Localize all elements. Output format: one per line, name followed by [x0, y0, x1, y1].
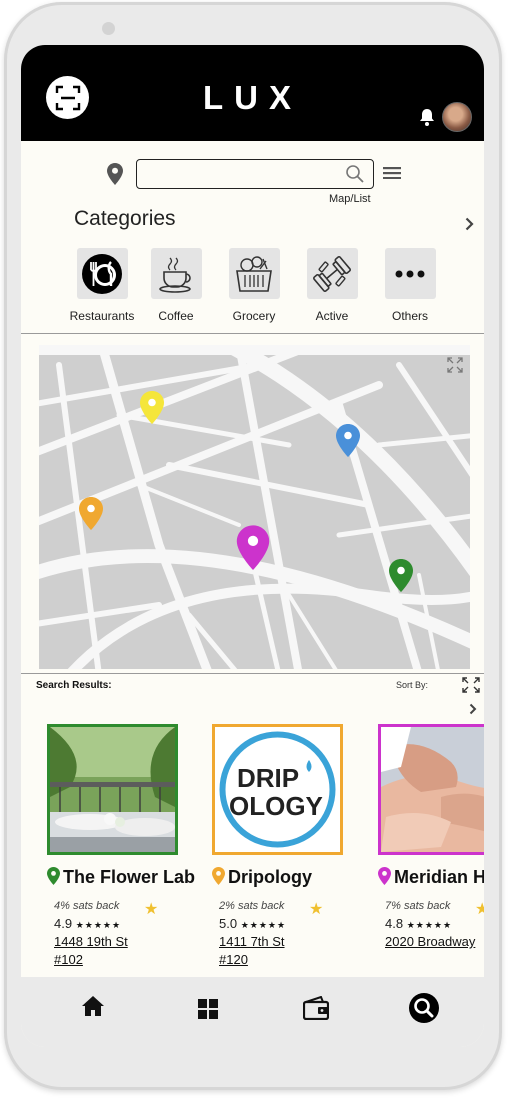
- search-input[interactable]: [141, 161, 345, 187]
- address-line-1: 2020 Broadway: [385, 934, 476, 949]
- result-name[interactable]: Meridian He: [378, 867, 484, 888]
- result-image: [47, 724, 178, 855]
- result-name[interactable]: Dripology: [212, 867, 312, 888]
- sort-by-label[interactable]: Sort By:: [396, 680, 428, 690]
- result-card-flower-lab[interactable]: The Flower Lab 4% sats back ★ 4.9 ★★★★★ …: [47, 724, 212, 967]
- category-tile: [306, 248, 358, 299]
- avatar[interactable]: [442, 102, 472, 132]
- divider: [21, 673, 484, 674]
- search-box[interactable]: [136, 159, 374, 189]
- app-logo: LUX: [203, 79, 302, 116]
- categories-title: Categories: [74, 207, 176, 230]
- result-name-text: Dripology: [228, 867, 312, 887]
- sats-back: 4% sats back: [54, 900, 120, 912]
- rating-stars: ★★★★★: [240, 920, 287, 930]
- dumbbell-icon: [313, 255, 351, 292]
- category-coffee[interactable]: Coffee: [136, 248, 216, 323]
- search-icon[interactable]: [409, 993, 439, 1023]
- rating: 4.8 ★★★★★: [385, 916, 452, 931]
- category-tile: [76, 248, 128, 299]
- location-pin-icon[interactable]: [107, 163, 123, 185]
- massage-photo: [381, 727, 484, 852]
- garden-photo: [50, 727, 175, 852]
- app-header: LUX: [21, 45, 484, 141]
- logo-text-line-1: DRIP: [237, 763, 299, 793]
- category-label: Active: [315, 309, 349, 323]
- utensils-icon: [82, 253, 122, 294]
- map-pin-icon: [378, 867, 391, 885]
- address-link[interactable]: 2020 Broadway: [385, 933, 475, 951]
- category-label: Grocery: [232, 309, 276, 323]
- address-line-2: #102: [54, 952, 83, 967]
- result-card-dripology[interactable]: DRIP OLOGY Dripology 2% sats back ★ 5.0 …: [212, 724, 377, 967]
- grocery-basket-icon: [236, 255, 272, 292]
- address-line-2: #120: [219, 952, 248, 967]
- sats-back: 7% sats back: [385, 900, 451, 912]
- result-name[interactable]: The Flower Lab: [47, 867, 195, 888]
- coffee-cup-icon: [159, 257, 191, 293]
- divider: [21, 333, 484, 334]
- search-results-title: Search Results:: [36, 680, 112, 691]
- result-name-text: The Flower Lab: [63, 867, 196, 887]
- rating: 4.9 ★★★★★: [54, 916, 121, 931]
- favorite-star-icon[interactable]: ★: [475, 899, 484, 919]
- category-label: Others: [391, 309, 428, 323]
- home-icon[interactable]: [81, 995, 105, 1017]
- result-image: DRIP OLOGY: [212, 724, 343, 855]
- category-others[interactable]: Others: [370, 248, 450, 323]
- map-list-toggle[interactable]: Map/List: [329, 193, 371, 205]
- favorite-star-icon[interactable]: ★: [144, 899, 158, 919]
- map-view[interactable]: [39, 345, 470, 669]
- address-line-1: 1448 19th St: [54, 934, 128, 949]
- rating-value: 4.9: [54, 916, 73, 931]
- category-label: Restaurants: [69, 309, 135, 323]
- category-tile: [150, 248, 202, 299]
- chevron-right-icon[interactable]: [465, 217, 474, 231]
- camera: [102, 22, 115, 35]
- rating-stars: ★★★★★: [75, 920, 122, 930]
- expand-map-icon[interactable]: [447, 357, 463, 373]
- search-icon[interactable]: [345, 164, 365, 184]
- menu-icon[interactable]: [383, 167, 401, 179]
- favorite-star-icon[interactable]: ★: [309, 899, 323, 919]
- map-streets: [39, 345, 470, 669]
- rating-value: 4.8: [385, 916, 404, 931]
- grid-icon[interactable]: [198, 999, 218, 1019]
- rating-value: 5.0: [219, 916, 238, 931]
- category-label: Coffee: [158, 309, 194, 323]
- result-card-meridian[interactable]: Meridian He 7% sats back ★ 4.8 ★★★★★ 202…: [378, 724, 484, 949]
- bell-icon[interactable]: [417, 107, 437, 127]
- category-grocery[interactable]: Grocery: [214, 248, 294, 323]
- chevron-right-icon[interactable]: [469, 703, 477, 715]
- dripology-logo: DRIP OLOGY: [219, 731, 336, 848]
- map-pin-icon: [212, 867, 225, 885]
- category-tile: [384, 248, 436, 299]
- more-dots-icon: [395, 270, 425, 277]
- result-name-text: Meridian He: [394, 867, 484, 887]
- address-line-1: 1411 7th St: [219, 934, 285, 949]
- category-tile: [228, 248, 280, 299]
- rating-stars: ★★★★★: [406, 920, 453, 930]
- category-active[interactable]: Active: [292, 248, 372, 323]
- sats-back: 2% sats back: [219, 900, 285, 912]
- logo-text-line-2: OLOGY: [229, 791, 323, 821]
- address-link[interactable]: 1411 7th St #120: [219, 933, 285, 969]
- map-pin-icon: [47, 867, 60, 885]
- bottom-nav: [21, 977, 484, 1047]
- wallet-icon[interactable]: [303, 996, 329, 1020]
- app-screen: LUX Map/List Categories Restaurants Coff…: [21, 45, 484, 1047]
- rating: 5.0 ★★★★★: [219, 916, 286, 931]
- result-image: [378, 724, 484, 855]
- address-link[interactable]: 1448 19th St #102: [54, 933, 128, 969]
- expand-results-icon[interactable]: [462, 677, 480, 693]
- category-restaurants[interactable]: Restaurants: [62, 248, 142, 323]
